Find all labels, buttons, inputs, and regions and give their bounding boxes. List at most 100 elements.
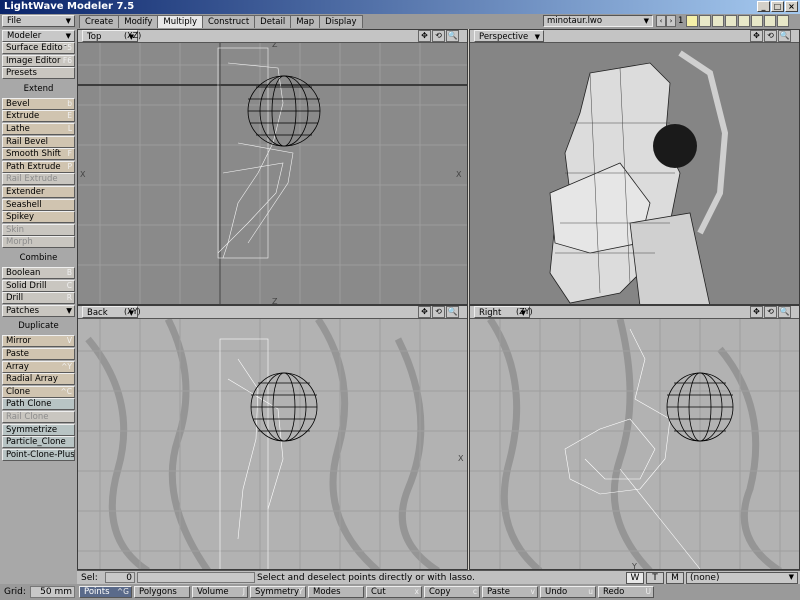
viewport-canvas-top[interactable]: Z Z X X (78, 43, 468, 305)
layer-button[interactable] (712, 15, 724, 27)
tool-label: Path Clone (6, 399, 52, 410)
tab-map[interactable]: Map (290, 15, 321, 28)
rotate-view-icon[interactable]: ⟲ (764, 306, 777, 318)
tab-modify[interactable]: Modify (118, 15, 159, 28)
zoom-view-icon[interactable]: 🔍 (446, 30, 459, 42)
tool-array-button[interactable]: Array ^Y (2, 360, 75, 373)
viewport-perspective[interactable]: Perspective ▼ ✥ ⟲ 🔍 (469, 29, 800, 305)
title-bar: LightWave Modeler 7.5 _ □ × (0, 0, 800, 14)
tool-point-clone-plus--button[interactable]: Point-Clone-Plus+ (2, 448, 75, 461)
move-view-icon[interactable]: ✥ (418, 30, 431, 42)
tool-label: Paste (6, 349, 29, 359)
tool-extrude-button[interactable]: Extrude E (2, 110, 75, 123)
tool-morph-button: Morph (2, 236, 75, 249)
tool-label: Image Editor (6, 55, 61, 66)
tool-radial-array-button[interactable]: Radial Array (2, 373, 75, 386)
tool-lathe-button[interactable]: Lathe L (2, 123, 75, 135)
object-selector[interactable]: minotaur.lwo ▼ (543, 15, 653, 27)
tab-bar: Create Modify Multiply Construct Detail Map Di… (79, 15, 363, 28)
viewport-name: Back (87, 308, 108, 318)
tab-display[interactable]: Display (319, 15, 363, 28)
tab-create[interactable]: Create (79, 15, 120, 28)
prev-object-button[interactable]: ‹ (656, 15, 666, 27)
world-coord-button[interactable]: W (626, 572, 644, 584)
tool-paste-button[interactable]: Paste (2, 348, 75, 360)
zoom-view-icon[interactable]: 🔍 (446, 306, 459, 318)
morph-button[interactable]: M (666, 572, 684, 584)
main-toolbar: File ▼ Create Modify Multiply Construct Detai… (0, 14, 800, 29)
rotate-view-icon[interactable]: ⟲ (432, 306, 445, 318)
layer-button[interactable] (738, 15, 750, 27)
move-view-icon[interactable]: ✥ (418, 306, 431, 318)
tool-patches-button[interactable]: Patches ▼ (2, 304, 75, 317)
viewport-canvas-perspective[interactable] (470, 43, 800, 305)
layer-button[interactable] (777, 15, 789, 27)
viewport-back[interactable]: Back ▼ (XY) ✥ ⟲ 🔍 X (77, 305, 468, 570)
move-view-icon[interactable]: ✥ (750, 30, 763, 42)
tool-label: Solid Drill (6, 280, 47, 291)
viewport-top[interactable]: Top ▼ (XZ) ✥ ⟲ 🔍 Z Z X X (77, 29, 468, 305)
tool-clone-button[interactable]: Clone ^C (2, 385, 75, 398)
button-label: Copy (429, 587, 451, 597)
points-button[interactable]: Points ^G (79, 586, 132, 598)
copy-button[interactable]: Copy c (424, 586, 480, 598)
viewport-axes: (XY) (124, 307, 141, 316)
rotate-view-icon[interactable]: ⟲ (432, 30, 445, 42)
tool-solid-drill-button[interactable]: Solid Drill C (2, 279, 75, 292)
polygons-button[interactable]: Polygons (134, 586, 190, 598)
layer-button[interactable] (699, 15, 711, 27)
tool-mirror-button[interactable]: Mirror V (2, 335, 75, 348)
zoom-view-icon[interactable]: 🔍 (778, 30, 791, 42)
undo-button[interactable]: Undo u (540, 586, 596, 598)
texture-coord-button[interactable]: T (646, 572, 664, 584)
tool-symmetrize-button[interactable]: Symmetrize (2, 423, 75, 436)
viewport-view-menu[interactable]: Perspective ▼ (474, 30, 544, 42)
tool-rail-bevel-button[interactable]: Rail Bevel (2, 135, 75, 148)
surface-selector[interactable]: (none) ▼ (686, 572, 798, 584)
cut-button[interactable]: Cut x (366, 586, 422, 598)
tool-path-clone-button[interactable]: Path Clone (2, 398, 75, 411)
tool-presets-button[interactable]: Presets (2, 67, 75, 80)
tool-label: Bevel (6, 98, 30, 109)
tool-surface-editor-button[interactable]: Surface Editor F5 (2, 42, 75, 54)
volume-button[interactable]: Volume J (192, 586, 248, 598)
tab-detail[interactable]: Detail (254, 15, 292, 28)
viewport-canvas-back[interactable]: X (78, 319, 468, 570)
viewport-canvas-right[interactable]: Y (470, 319, 800, 570)
viewport-name: Perspective (479, 32, 529, 42)
tool-skin-button: Skin (2, 223, 75, 236)
file-menu[interactable]: File ▼ (2, 15, 75, 27)
layer-button[interactable] (764, 15, 776, 27)
shortcut-key: L (67, 124, 72, 133)
maximize-button[interactable]: □ (771, 1, 784, 12)
modeler-menu[interactable]: Modeler ▼ (2, 30, 75, 42)
redo-button[interactable]: Redo U (598, 586, 654, 598)
move-view-icon[interactable]: ✥ (750, 306, 763, 318)
rotate-view-icon[interactable]: ⟲ (764, 30, 777, 42)
symmetry-button[interactable]: Symmetry Y (250, 586, 306, 598)
modes-button[interactable]: Modes (308, 586, 364, 598)
viewport-right[interactable]: Right ▼ (ZY) ✥ ⟲ 🔍 Y (469, 305, 800, 570)
layer-button[interactable] (686, 15, 698, 27)
tool-bevel-button[interactable]: Bevel b (2, 97, 75, 110)
minimize-button[interactable]: _ (757, 1, 770, 12)
tool-drill-button[interactable]: Drill R (2, 292, 75, 305)
tool-extender-button[interactable]: Extender (2, 186, 75, 198)
tab-multiply[interactable]: Multiply (157, 15, 203, 28)
tool-particle-clone-button[interactable]: Particle_Clone (2, 436, 75, 449)
tab-construct[interactable]: Construct (202, 15, 256, 28)
window-title: LightWave Modeler 7.5 (4, 1, 135, 12)
tool-boolean-button[interactable]: Boolean B (2, 267, 75, 279)
tool-spikey-button[interactable]: Spikey (2, 211, 75, 224)
tool-smooth-shift-button[interactable]: Smooth Shift F (2, 148, 75, 161)
button-label: Modes (313, 587, 341, 597)
close-button[interactable]: × (785, 1, 798, 12)
layer-button[interactable] (725, 15, 737, 27)
next-object-button[interactable]: › (666, 15, 676, 27)
tool-path-extrude-button[interactable]: Path Extrude P (2, 160, 75, 173)
paste-button[interactable]: Paste v (482, 586, 538, 598)
tool-seashell-button[interactable]: Seashell (2, 198, 75, 211)
tool-image-editor-button[interactable]: Image Editor F6 (2, 54, 75, 67)
layer-button[interactable] (751, 15, 763, 27)
zoom-view-icon[interactable]: 🔍 (778, 306, 791, 318)
